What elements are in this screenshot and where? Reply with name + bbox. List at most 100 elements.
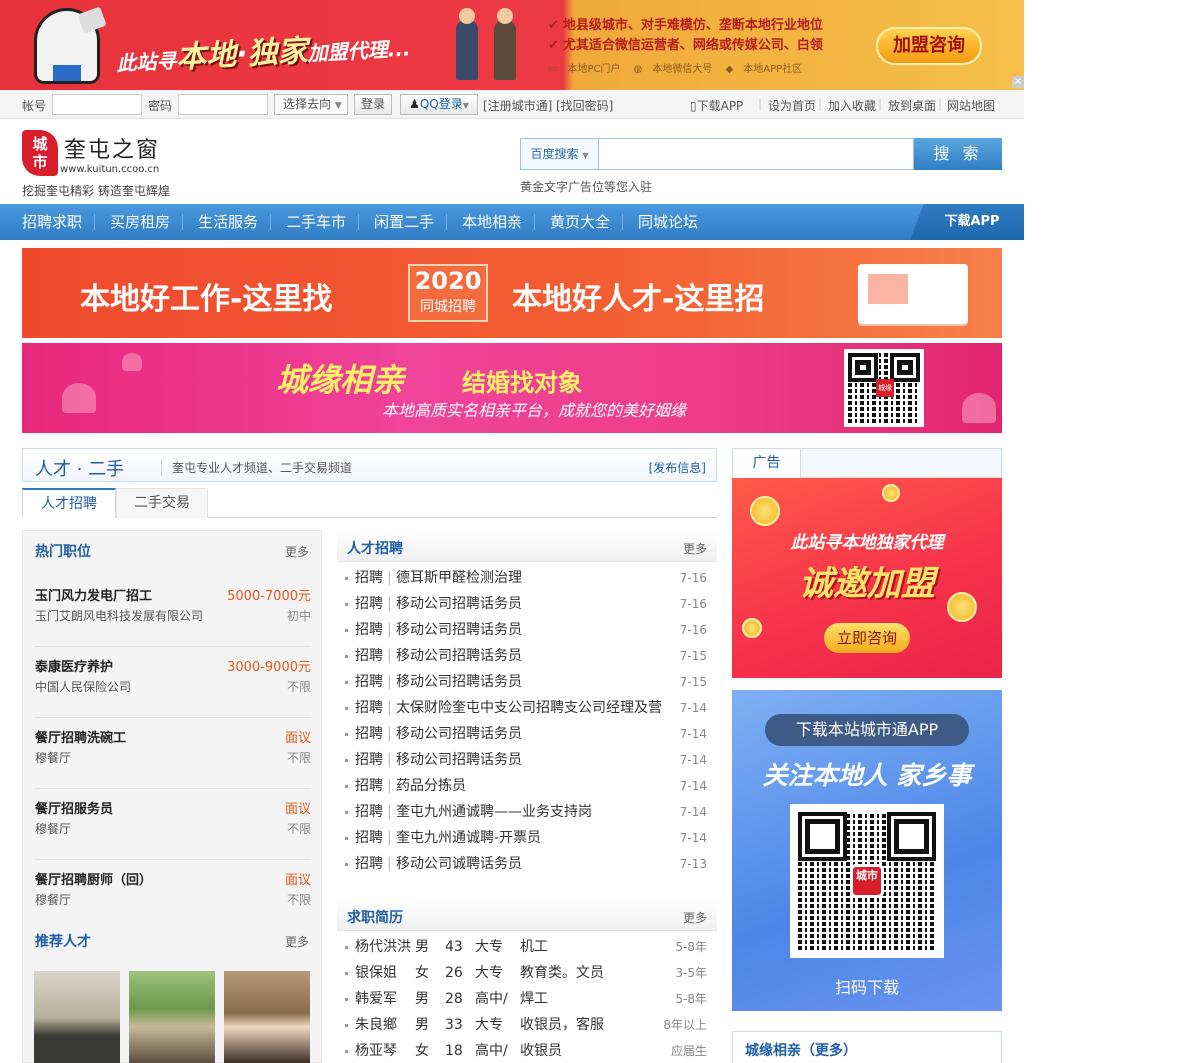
recruit-title[interactable]: 奎屯九州通诚聘-开票员 xyxy=(396,825,541,851)
close-icon[interactable]: × xyxy=(1012,76,1024,88)
recruit-title[interactable]: 移动公司招聘话务员 xyxy=(396,747,522,773)
destination-select[interactable]: 选择去向 ▼ xyxy=(274,94,348,115)
recruit-title[interactable]: 太保财险奎屯中支公司招聘支公司经理及营 xyxy=(396,695,662,721)
recruit-row[interactable]: 招聘 | 奎屯九州通诚聘-开票员 7-14 xyxy=(345,825,707,851)
post-info-link[interactable]: [发布信息] xyxy=(649,459,706,476)
qq-login-button[interactable]: ♟QQ登录▼ xyxy=(400,94,478,115)
hot-jobs-title: 热门职位 xyxy=(35,544,91,560)
check-icon: ✔ xyxy=(548,38,559,53)
resume-name[interactable]: 杨代洪洪 xyxy=(355,934,411,960)
talent-photo[interactable] xyxy=(34,971,120,1063)
resume-list-panel: 求职简历 更多 杨代洪洪男 43 大专 机工 5-8年 银保姐女 26 大专 教育类。文员 3-5… xyxy=(337,899,717,1063)
ad-tab[interactable]: 广告 xyxy=(733,449,801,478)
recruit-title[interactable]: 移动公司诚聘话务员 xyxy=(396,851,522,877)
franchise-ad[interactable]: 此站寻本地独家代理 诚邀加盟 立即咨询 xyxy=(732,478,1002,678)
recruit-row[interactable]: 招聘 | 药品分拣员 7-14 xyxy=(345,773,707,799)
register-link[interactable]: [注册城市通] xyxy=(483,97,552,114)
monitor-illustration xyxy=(858,264,968,324)
account-input[interactable] xyxy=(52,94,142,115)
app-download-ad[interactable]: 下载本站城市通APP 关注本地人 家乡事 城市 扫码下载 xyxy=(732,690,1002,1011)
resume-name[interactable]: 朱良鄉 xyxy=(355,1012,397,1038)
resume-row[interactable]: 杨亚琴 女 18 高中/收银员 应届生 xyxy=(345,1038,707,1063)
resume-row[interactable]: 杨代洪洪男 43 大专 机工 5-8年 xyxy=(345,934,707,960)
recruit-row[interactable]: 招聘 | 移动公司招聘话务员 7-15 xyxy=(345,643,707,669)
talent-photo[interactable] xyxy=(129,971,215,1063)
resume-row[interactable]: 朱良鄉 男 33 大专 收银员，客服 8年以上 xyxy=(345,1012,707,1038)
nav-item-housing[interactable]: 买房租房 xyxy=(110,204,170,240)
recruit-title[interactable]: 移动公司招聘话务员 xyxy=(396,617,522,643)
app-download-pill: 下载本站城市通APP xyxy=(765,714,969,746)
text-ad-hint[interactable]: 黄金文字广告位等您入驻 xyxy=(520,178,652,195)
password-label: 密码 xyxy=(148,99,173,113)
resume-name[interactable]: 杨亚琴 xyxy=(355,1038,397,1063)
recruit-title[interactable]: 移动公司招聘话务员 xyxy=(396,643,522,669)
find-password-link[interactable]: [找回密码] xyxy=(556,97,613,114)
phone-icon: ▯ xyxy=(690,99,697,113)
search-engine-select[interactable]: 百度搜索 ▼ xyxy=(520,138,598,170)
nav-item-dating[interactable]: 本地相亲 xyxy=(462,204,522,240)
recruit-title[interactable]: 移动公司招聘话务员 xyxy=(396,721,522,747)
resume-row[interactable]: 韩爱军 男 28 高中/焊工 5-8年 xyxy=(345,986,707,1012)
bullet-icon xyxy=(345,759,348,762)
tab-recruitment[interactable]: 人才招聘 xyxy=(22,488,116,518)
recruit-title[interactable]: 药品分拣员 xyxy=(396,773,466,799)
nav-download-app[interactable]: 下载APP xyxy=(910,204,1024,240)
job-item[interactable]: 餐厅招服务员 面议 穆餐厅 不限 xyxy=(35,798,311,860)
nav-item-second-hand[interactable]: 闲置二手 xyxy=(374,204,434,240)
search-input[interactable] xyxy=(598,138,914,170)
promo-right-text: 本地好人才-这里招 xyxy=(512,282,765,317)
password-input[interactable] xyxy=(178,94,268,115)
recruit-row[interactable]: 招聘 | 移动公司招聘话务员 7-14 xyxy=(345,747,707,773)
set-homepage-link[interactable]: 设为首页 xyxy=(768,97,816,114)
job-item[interactable]: 泰康医疗养护 3000-9000元 中国人民保险公司 不限 xyxy=(35,656,311,718)
nav-item-used-cars[interactable]: 二手车市 xyxy=(286,204,346,240)
tab-second-hand[interactable]: 二手交易 xyxy=(116,488,208,518)
resume-row[interactable]: 银保姐 女 26 大专 教育类。文员 3-5年 xyxy=(345,960,707,986)
talent-more[interactable]: 更多 xyxy=(285,933,309,950)
recruit-row[interactable]: 招聘 | 移动公司招聘话务员 7-14 xyxy=(345,721,707,747)
sitemap-link[interactable]: 网站地图 xyxy=(947,97,995,114)
search-button[interactable]: 搜 索 xyxy=(914,138,1002,170)
job-item[interactable]: 玉门风力发电厂招工 5000-7000元 玉门艾朗风电科技发展有限公司 初中 xyxy=(35,585,311,647)
resume-more[interactable]: 更多 xyxy=(683,909,707,926)
dating-promo-banner[interactable]: 城缘相亲 结婚找对象 本地高质实名相亲平台，成就您的美好姻缘 城缘 xyxy=(22,343,1002,433)
consult-now-button[interactable]: 立即咨询 xyxy=(824,623,910,653)
desktop-link[interactable]: 放到桌面 xyxy=(888,97,936,114)
resume-name[interactable]: 银保姐 xyxy=(355,960,397,986)
nav-item-forum[interactable]: 同城论坛 xyxy=(638,204,698,240)
top-franchise-banner[interactable]: 此站寻本地·独家加盟代理... ✔ 地县级城市、对手难模仿、垄断本地行业地位 ✔ 尤… xyxy=(0,0,1024,90)
nav-item-yellow-pages[interactable]: 黄页大全 xyxy=(550,204,610,240)
recruitment-promo-banner[interactable]: 本地好工作-这里找 2020 同城招聘 本地好人才-这里招 xyxy=(22,248,1002,338)
resume-job: 教育类。文员 xyxy=(520,965,604,981)
recruitment-more[interactable]: 更多 xyxy=(683,540,707,557)
job-item[interactable]: 餐厅招聘厨师（回） 面议 穆餐厅 不限 xyxy=(35,869,311,931)
talent-photo[interactable] xyxy=(224,971,310,1063)
recruit-title[interactable]: 移动公司招聘话务员 xyxy=(396,669,522,695)
recruit-date: 7-16 xyxy=(679,597,707,611)
recruit-row[interactable]: 招聘 | 奎屯九州通诚聘——业务支持岗 7-14 xyxy=(345,799,707,825)
recruit-row[interactable]: 招聘 | 太保财险奎屯中支公司招聘支公司经理及营 7-14 xyxy=(345,695,707,721)
recruit-date: 7-14 xyxy=(679,753,707,767)
resume-name[interactable]: 韩爱军 xyxy=(355,986,397,1012)
recruit-title[interactable]: 德耳斯甲醛检测治理 xyxy=(396,565,522,591)
recruit-row[interactable]: 招聘 | 移动公司招聘话务员 7-16 xyxy=(345,591,707,617)
nav-item-jobs[interactable]: 招聘求职 xyxy=(22,204,82,240)
recruit-row[interactable]: 招聘 | 移动公司招聘话务员 7-16 xyxy=(345,617,707,643)
nav-item-services[interactable]: 生活服务 xyxy=(198,204,258,240)
recruit-row[interactable]: 招聘 | 德耳斯甲醛检测治理 7-16 xyxy=(345,565,707,591)
job-item[interactable]: 餐厅招聘洗碗工 面议 穆餐厅 不限 xyxy=(35,727,311,789)
resume-exp: 3-5年 xyxy=(675,966,707,980)
login-button[interactable]: 登录 xyxy=(354,94,392,115)
join-consult-button[interactable]: 加盟咨询 xyxy=(876,27,982,65)
recruit-row[interactable]: 招聘 | 移动公司诚聘话务员 7-13 xyxy=(345,851,707,877)
site-logo[interactable]: 城市 奎屯之窗 www.kuitun.ccoo.cn xyxy=(22,130,172,180)
hot-jobs-more[interactable]: 更多 xyxy=(285,543,309,560)
download-app-link[interactable]: ▯下载APP xyxy=(690,97,743,114)
add-favorite-link[interactable]: 加入收藏 xyxy=(828,97,876,114)
recruit-row[interactable]: 招聘 | 移动公司招聘话务员 7-15 xyxy=(345,669,707,695)
resume-age: 26 xyxy=(445,965,463,981)
recruit-title[interactable]: 移动公司招聘话务员 xyxy=(396,591,522,617)
recruit-title[interactable]: 奎屯九州通诚聘——业务支持岗 xyxy=(396,799,592,825)
bullet-icon xyxy=(345,603,348,606)
dating-more-link[interactable]: 城缘相亲（更多） xyxy=(745,1040,857,1060)
